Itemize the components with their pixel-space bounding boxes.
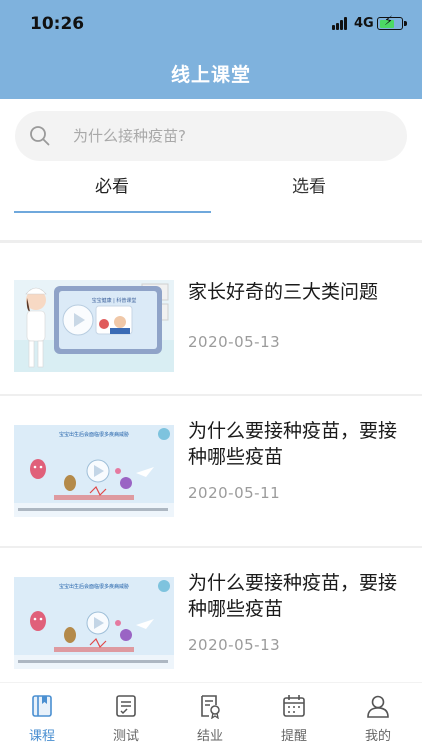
thumb-caption: 宝宝健康 | 科普课堂 <box>92 297 137 304</box>
status-time: 10:26 <box>30 14 85 34</box>
course-date: 2020-05-13 <box>188 333 281 351</box>
signal-icon <box>332 17 350 30</box>
search-placeholder: 为什么接种疫苗? <box>73 127 186 145</box>
certificate-icon <box>201 695 220 719</box>
battery-icon: ⚡ <box>377 15 407 30</box>
tabbar-label: 测试 <box>112 729 139 744</box>
tabbar-item-reminder[interactable]: 提醒 <box>264 693 324 748</box>
tabbar-item-mine[interactable]: 我的 <box>348 693 408 748</box>
tab-active-indicator <box>14 211 211 213</box>
tabbar-item-courses[interactable]: 课程 <box>12 693 72 748</box>
tabbar-label: 提醒 <box>280 729 307 744</box>
course-card[interactable]: 宝宝出生后会面临很多疾病威胁 为什么要接种疫苗，要接种哪些疫苗 2020-05-… <box>0 548 422 698</box>
calendar-icon <box>283 695 305 717</box>
tabbar-label: 课程 <box>28 729 55 744</box>
course-title: 家长好奇的三大类问题 <box>188 281 379 303</box>
book-icon <box>32 695 52 717</box>
tab-optional[interactable]: 选看 <box>211 170 407 212</box>
course-thumbnail: 宝宝出生后会面临很多疾病威胁 <box>14 425 174 517</box>
app-header: 10:26 4G ⚡ 线上课堂 <box>0 0 422 99</box>
course-card[interactable]: 宝宝健康 | 科普课堂 家长好奇的三大类问题 2020-05-13 <box>0 243 422 393</box>
tabbar-item-graduation[interactable]: 结业 <box>180 693 240 748</box>
thumb-caption: 宝宝出生后会面临很多疾病威胁 <box>59 583 129 590</box>
course-card[interactable]: 宝宝出生后会面临很多疾病威胁 为什么要接种疫苗，要接种哪些疫苗 2020-05-… <box>0 396 422 546</box>
tabbar-label: 结业 <box>196 729 223 744</box>
tab-must-watch[interactable]: 必看 <box>14 170 210 212</box>
course-date: 2020-05-13 <box>188 636 281 654</box>
tabbar-item-test[interactable]: 测试 <box>96 693 156 748</box>
tabbar-label: 我的 <box>364 729 391 744</box>
bottom-tab-bar: 课程 测试 结业 提醒 我的 <box>0 682 422 750</box>
course-thumbnail: 宝宝出生后会面临很多疾病威胁 <box>14 577 174 669</box>
user-icon <box>367 695 389 718</box>
course-title: 为什么要接种疫苗，要接种哪些疫苗 <box>188 420 398 468</box>
network-type: 4G <box>354 16 374 31</box>
course-title: 为什么要接种疫苗，要接种哪些疫苗 <box>188 572 398 620</box>
search-icon <box>30 126 50 146</box>
search-input[interactable]: 为什么接种疫苗? <box>15 111 407 161</box>
thumb-caption: 宝宝出生后会面临很多疾病威胁 <box>59 431 129 438</box>
course-tabs: 必看 选看 <box>0 170 422 213</box>
test-clipboard-icon <box>116 695 136 717</box>
course-date: 2020-05-11 <box>188 484 281 502</box>
page-title: 线上课堂 <box>170 64 251 86</box>
course-thumbnail: 宝宝健康 | 科普课堂 <box>14 280 174 372</box>
status-bar: 10:26 4G ⚡ <box>0 0 422 48</box>
